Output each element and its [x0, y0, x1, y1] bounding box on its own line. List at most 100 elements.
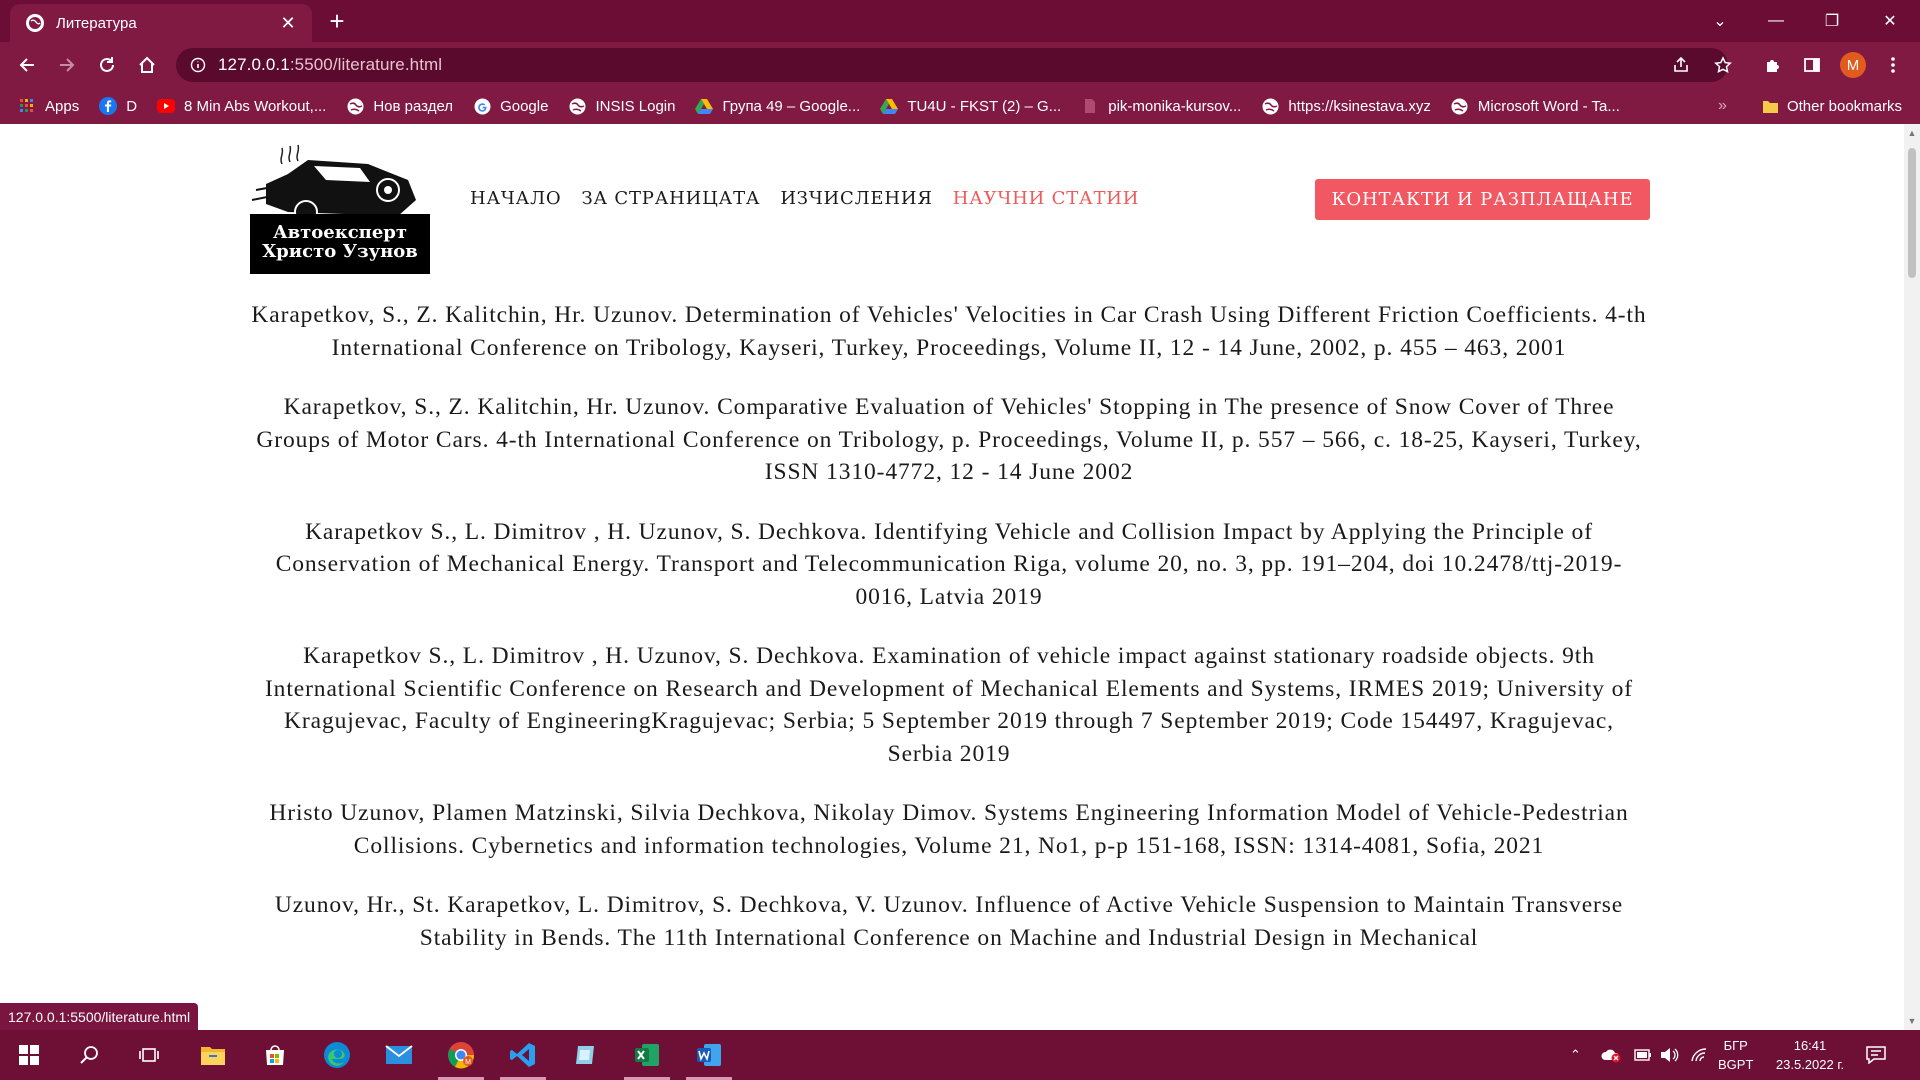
overturned-car-logo-icon [251, 144, 416, 224]
bookmark-star-icon[interactable] [1708, 48, 1738, 82]
url-text: 127.0.0.1:5500/literature.html [218, 55, 443, 74]
reload-icon [100, 57, 114, 72]
svg-text:M: M [465, 1059, 471, 1066]
reference-item: Karapetkov S., L. Dimitrov , H. Uzunov, … [275, 518, 1623, 610]
bookmark-new-section[interactable]: Нов раздел [346, 97, 453, 115]
close-tab-icon[interactable]: ✕ [278, 13, 298, 34]
chrome-icon: M [448, 1042, 475, 1069]
tab-literature[interactable]: Литература ✕ [10, 4, 312, 42]
new-tab-button[interactable]: + [322, 6, 352, 36]
task-view-button[interactable] [120, 1030, 178, 1080]
site-logo[interactable]: Автоексперт Христо Узунов [248, 134, 432, 274]
link-status-bubble: 127.0.0.1:5500/literature.html [0, 1003, 199, 1030]
home-button[interactable] [132, 50, 162, 80]
vscode-icon [510, 1043, 535, 1067]
bookmark-pik-monika[interactable]: pik-monika-kursov... [1081, 97, 1241, 115]
profile-avatar[interactable]: M [1840, 52, 1866, 78]
battery-icon[interactable] [1634, 1030, 1652, 1080]
drawing-app-icon [576, 1046, 594, 1064]
nav-home[interactable]: НАЧАЛО [470, 188, 561, 209]
onedrive-error-icon[interactable] [1600, 1030, 1622, 1080]
main-navigation: НАЧАЛО ЗА СТРАНИЦАТА ИЗЧИСЛЕНИЯ НАУЧНИ С… [470, 188, 1159, 209]
word-icon [697, 1044, 721, 1066]
close-window-button[interactable]: ✕ [1862, 0, 1918, 42]
contacts-payment-button[interactable]: КОНТАКТИ И РАЗПЛАЩАНЕ [1315, 179, 1650, 220]
clock-time: 16:41 [1793, 1038, 1827, 1053]
globe-icon [1451, 97, 1469, 115]
menu-kebab-icon[interactable] [1878, 48, 1908, 82]
bookmark-microsoft-word[interactable]: Microsoft Word - Ta... [1451, 97, 1620, 115]
show-hidden-icons-icon[interactable]: ⌃ [1570, 1030, 1581, 1080]
chrome-button[interactable]: M [432, 1030, 490, 1080]
bookmark-other-bookmarks[interactable]: Other bookmarks [1762, 88, 1902, 124]
scroll-down-arrow-icon[interactable]: ▼ [1907, 1016, 1917, 1026]
address-bar[interactable]: 127.0.0.1:5500/literature.html [176, 48, 1728, 82]
edge-icon [324, 1042, 350, 1068]
info-icon[interactable] [190, 57, 206, 73]
input-language-indicator[interactable]: БГР BGPT [1718, 1036, 1753, 1074]
nav-calculations[interactable]: ИЗЧИСЛЕНИЯ [780, 188, 932, 209]
google-icon [473, 97, 491, 115]
bookmark-ksinestava[interactable]: https://ksinestava.xyz [1261, 97, 1431, 115]
volume-icon[interactable] [1660, 1030, 1680, 1080]
apps-grid-icon [18, 97, 36, 115]
mail-icon [385, 1045, 413, 1064]
bookmark-tu4u-fkst[interactable]: TU4U - FKST (2) – G... [880, 97, 1061, 115]
side-panel-icon[interactable] [1797, 48, 1827, 82]
start-button[interactable] [0, 1030, 58, 1080]
microsoft-store-button[interactable] [246, 1030, 304, 1080]
back-arrow-icon [19, 58, 34, 72]
reference-item: Hristo Uzunov, Plamen Matzinski, Silvia … [269, 800, 1629, 859]
file-icon [1081, 97, 1099, 115]
scroll-thumb[interactable] [1908, 148, 1916, 278]
taskbar-search-button[interactable] [60, 1030, 118, 1080]
action-center-icon[interactable] [1866, 1030, 1886, 1080]
reference-item: Karapetkov S., L. Dimitrov , H. Uzunov, … [264, 643, 1634, 767]
page-viewport: Автоексперт Христо Узунов НАЧАЛО ЗА СТРА… [0, 124, 1904, 1030]
extensions-icon[interactable] [1758, 48, 1788, 82]
edge-button[interactable] [308, 1030, 366, 1080]
google-drive-icon [880, 97, 899, 115]
google-drive-icon [695, 97, 714, 115]
vscode-button[interactable] [494, 1030, 552, 1080]
mail-button[interactable] [370, 1030, 428, 1080]
minimize-button[interactable]: — [1748, 0, 1804, 42]
windows-taskbar: M ⌃ БГР BGPT 16:41 23.5.2022 г. [0, 1030, 1920, 1080]
taskbar-clock[interactable]: 16:41 23.5.2022 г. [1768, 1036, 1852, 1074]
tab-search-icon[interactable]: ⌄ [1692, 0, 1748, 42]
globe-icon [1261, 97, 1279, 115]
file-explorer-button[interactable] [184, 1030, 242, 1080]
bookmarks-bar: Apps D 8 Min Abs Workout,... Нов раздел … [0, 88, 1920, 124]
bookmark-apps[interactable]: Apps [18, 97, 79, 115]
wifi-icon[interactable] [1690, 1030, 1708, 1080]
scroll-up-arrow-icon[interactable]: ▲ [1907, 128, 1917, 138]
restore-button[interactable]: ❐ [1804, 0, 1860, 42]
bookmark-insis-login[interactable]: INSIS Login [568, 97, 675, 115]
folder-icon [1762, 99, 1779, 114]
excel-icon [635, 1044, 659, 1066]
tab-title: Литература [56, 14, 137, 32]
page-scrollbar[interactable]: ▲ ▼ [1904, 124, 1920, 1030]
bookmark-grupa-49[interactable]: Група 49 – Google... [695, 97, 860, 115]
excel-button[interactable] [618, 1030, 676, 1080]
word-button[interactable] [680, 1030, 738, 1080]
bookmark-google[interactable]: Google [473, 97, 548, 115]
forward-button[interactable] [52, 50, 82, 80]
share-icon[interactable] [1666, 48, 1696, 82]
reference-item: Karapetkov, S., Z. Kalitchin, Hr. Uzunov… [256, 394, 1642, 485]
reload-button[interactable] [92, 50, 122, 80]
globe-icon [26, 14, 44, 32]
microsoft-store-icon [266, 1045, 284, 1065]
browser-tab-strip: Литература ✕ + ⌄ — ❐ ✕ [0, 0, 1920, 42]
bookmark-youtube[interactable]: 8 Min Abs Workout,... [157, 97, 326, 115]
bookmarks-overflow-icon[interactable]: » [1718, 88, 1727, 124]
search-icon [80, 1046, 98, 1064]
clock-date: 23.5.2022 г. [1775, 1057, 1845, 1072]
globe-icon [346, 97, 364, 115]
nav-scientific-articles[interactable]: НАУЧНИ СТАТИИ [953, 188, 1140, 209]
paint-app-button[interactable] [556, 1030, 614, 1080]
back-button[interactable] [12, 50, 42, 80]
bookmark-facebook[interactable]: D [99, 97, 137, 115]
reference-item: Uzunov, Hr., St. Karapetkov, L. Dimitrov… [274, 892, 1624, 951]
nav-about[interactable]: ЗА СТРАНИЦАТА [581, 188, 760, 209]
